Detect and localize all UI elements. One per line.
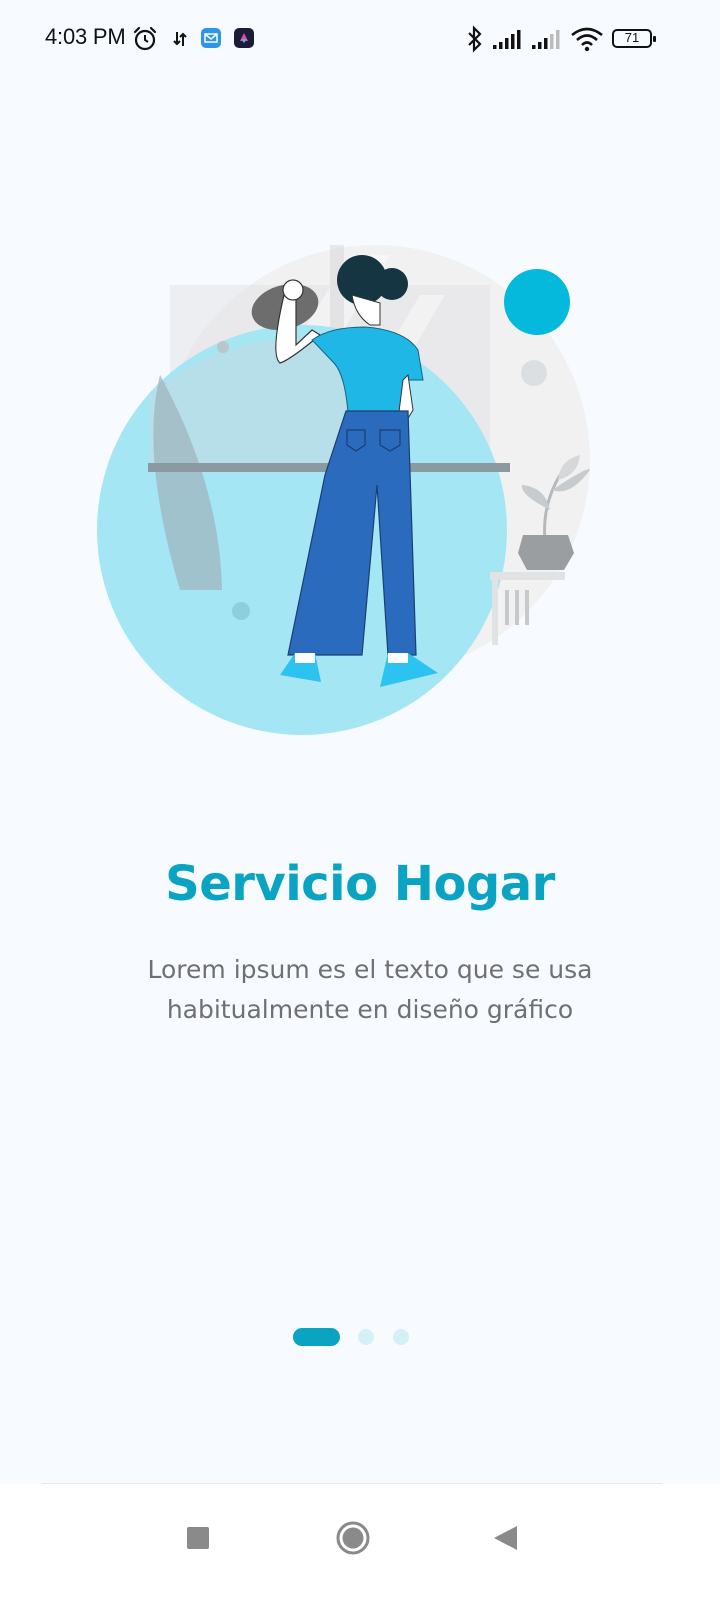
page-dot[interactable] <box>358 1329 374 1345</box>
signal-icon <box>493 30 521 49</box>
circle-icon <box>336 1521 370 1555</box>
app-notification-icon <box>234 28 254 48</box>
battery-icon: 71 <box>612 29 656 48</box>
accent-circle <box>504 269 570 335</box>
signal-icon <box>532 30 560 49</box>
recents-button[interactable] <box>168 1508 228 1568</box>
page-indicator <box>0 1328 720 1348</box>
navigation-bar <box>0 1484 720 1600</box>
square-icon <box>187 1527 209 1549</box>
battery-level: 71 <box>624 30 640 45</box>
mail-app-icon <box>201 28 221 48</box>
page-dot[interactable] <box>393 1329 409 1345</box>
alarm-icon <box>133 26 157 51</box>
onboarding-description: Lorem ipsum es el texto que se usa habit… <box>147 955 593 1024</box>
onboarding-illustration <box>97 245 590 735</box>
page-dot-active[interactable] <box>293 1328 340 1346</box>
wifi-icon <box>571 27 603 52</box>
home-button[interactable] <box>323 1508 383 1568</box>
onboarding-title: Servicio Hogar <box>165 856 555 912</box>
status-bar: 4:03 PM 71 <box>0 0 720 78</box>
network-activity-icon <box>173 32 187 46</box>
back-button[interactable] <box>476 1508 536 1568</box>
status-time: 4:03 PM <box>45 24 126 49</box>
bluetooth-icon <box>468 25 482 53</box>
back-triangle-icon <box>494 1526 517 1550</box>
